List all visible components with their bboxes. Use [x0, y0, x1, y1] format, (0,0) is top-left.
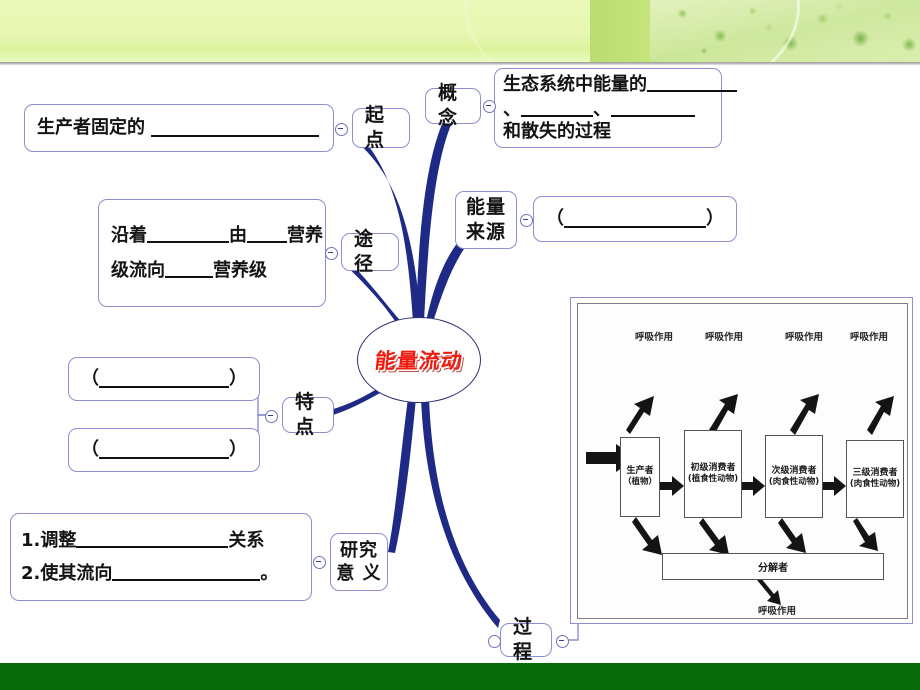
trophic-box-producer[interactable]: 生产者 （植物） [620, 437, 660, 517]
toggle-guocheng-right[interactable] [556, 635, 569, 648]
tertiary-consumer-line-2: (肉食性动物) [849, 479, 901, 490]
toggle-gainian[interactable] [483, 100, 496, 113]
respiration-label-3: 呼吸作用 [785, 332, 824, 343]
toggle-tujing[interactable] [325, 247, 338, 260]
secondary-consumer-line-1: 次级消费者 [771, 465, 817, 476]
process-figure-frame: 呼吸作用 呼吸作用 呼吸作用 呼吸作用 生产者 （植物） 初级消费者 (植食性动… [577, 303, 908, 619]
center-node-label: 能量流动 [373, 349, 465, 373]
slide-canvas: 能量流动 起点 生产者固定的 概念 生态系统中能量的 、、 和散失的过程 途径 … [0, 0, 920, 690]
trophic-box-tertiary-consumer[interactable]: 三级消费者 (肉食性动物) [846, 440, 904, 518]
trophic-box-secondary-consumer[interactable]: 次级消费者 (肉食性动物) [765, 435, 823, 518]
toggle-nengliang-laiyuan[interactable] [520, 214, 533, 227]
respiration-label-1: 呼吸作用 [635, 332, 674, 343]
secondary-consumer-line-2: (肉食性动物) [768, 476, 820, 487]
toggle-tedian[interactable] [265, 410, 278, 423]
decomposer-label: 分解者 [758, 563, 788, 574]
trophic-box-primary-consumer[interactable]: 初级消费者 (植食性动物) [684, 430, 742, 518]
center-node[interactable]: 能量流动 [357, 317, 481, 403]
producer-line-2: （植物） [622, 477, 657, 488]
toggle-yanjiu-yiyi[interactable] [313, 556, 326, 569]
producer-line-1: 生产者 [626, 466, 654, 477]
toggle-qidian[interactable] [335, 123, 348, 136]
footer-bar [0, 663, 920, 690]
toggle-guocheng-left[interactable] [488, 635, 501, 648]
tertiary-consumer-line-1: 三级消费者 [852, 468, 898, 479]
respiration-label-2: 呼吸作用 [705, 332, 744, 343]
primary-consumer-line-2: (植食性动物) [687, 474, 739, 485]
decomposer-respiration-label: 呼吸作用 [758, 606, 797, 617]
decomposer-box[interactable]: 分解者 [662, 553, 884, 580]
process-figure[interactable]: 呼吸作用 呼吸作用 呼吸作用 呼吸作用 生产者 （植物） 初级消费者 (植食性动… [570, 297, 913, 624]
primary-consumer-line-1: 初级消费者 [690, 463, 736, 474]
respiration-label-4: 呼吸作用 [850, 332, 889, 343]
